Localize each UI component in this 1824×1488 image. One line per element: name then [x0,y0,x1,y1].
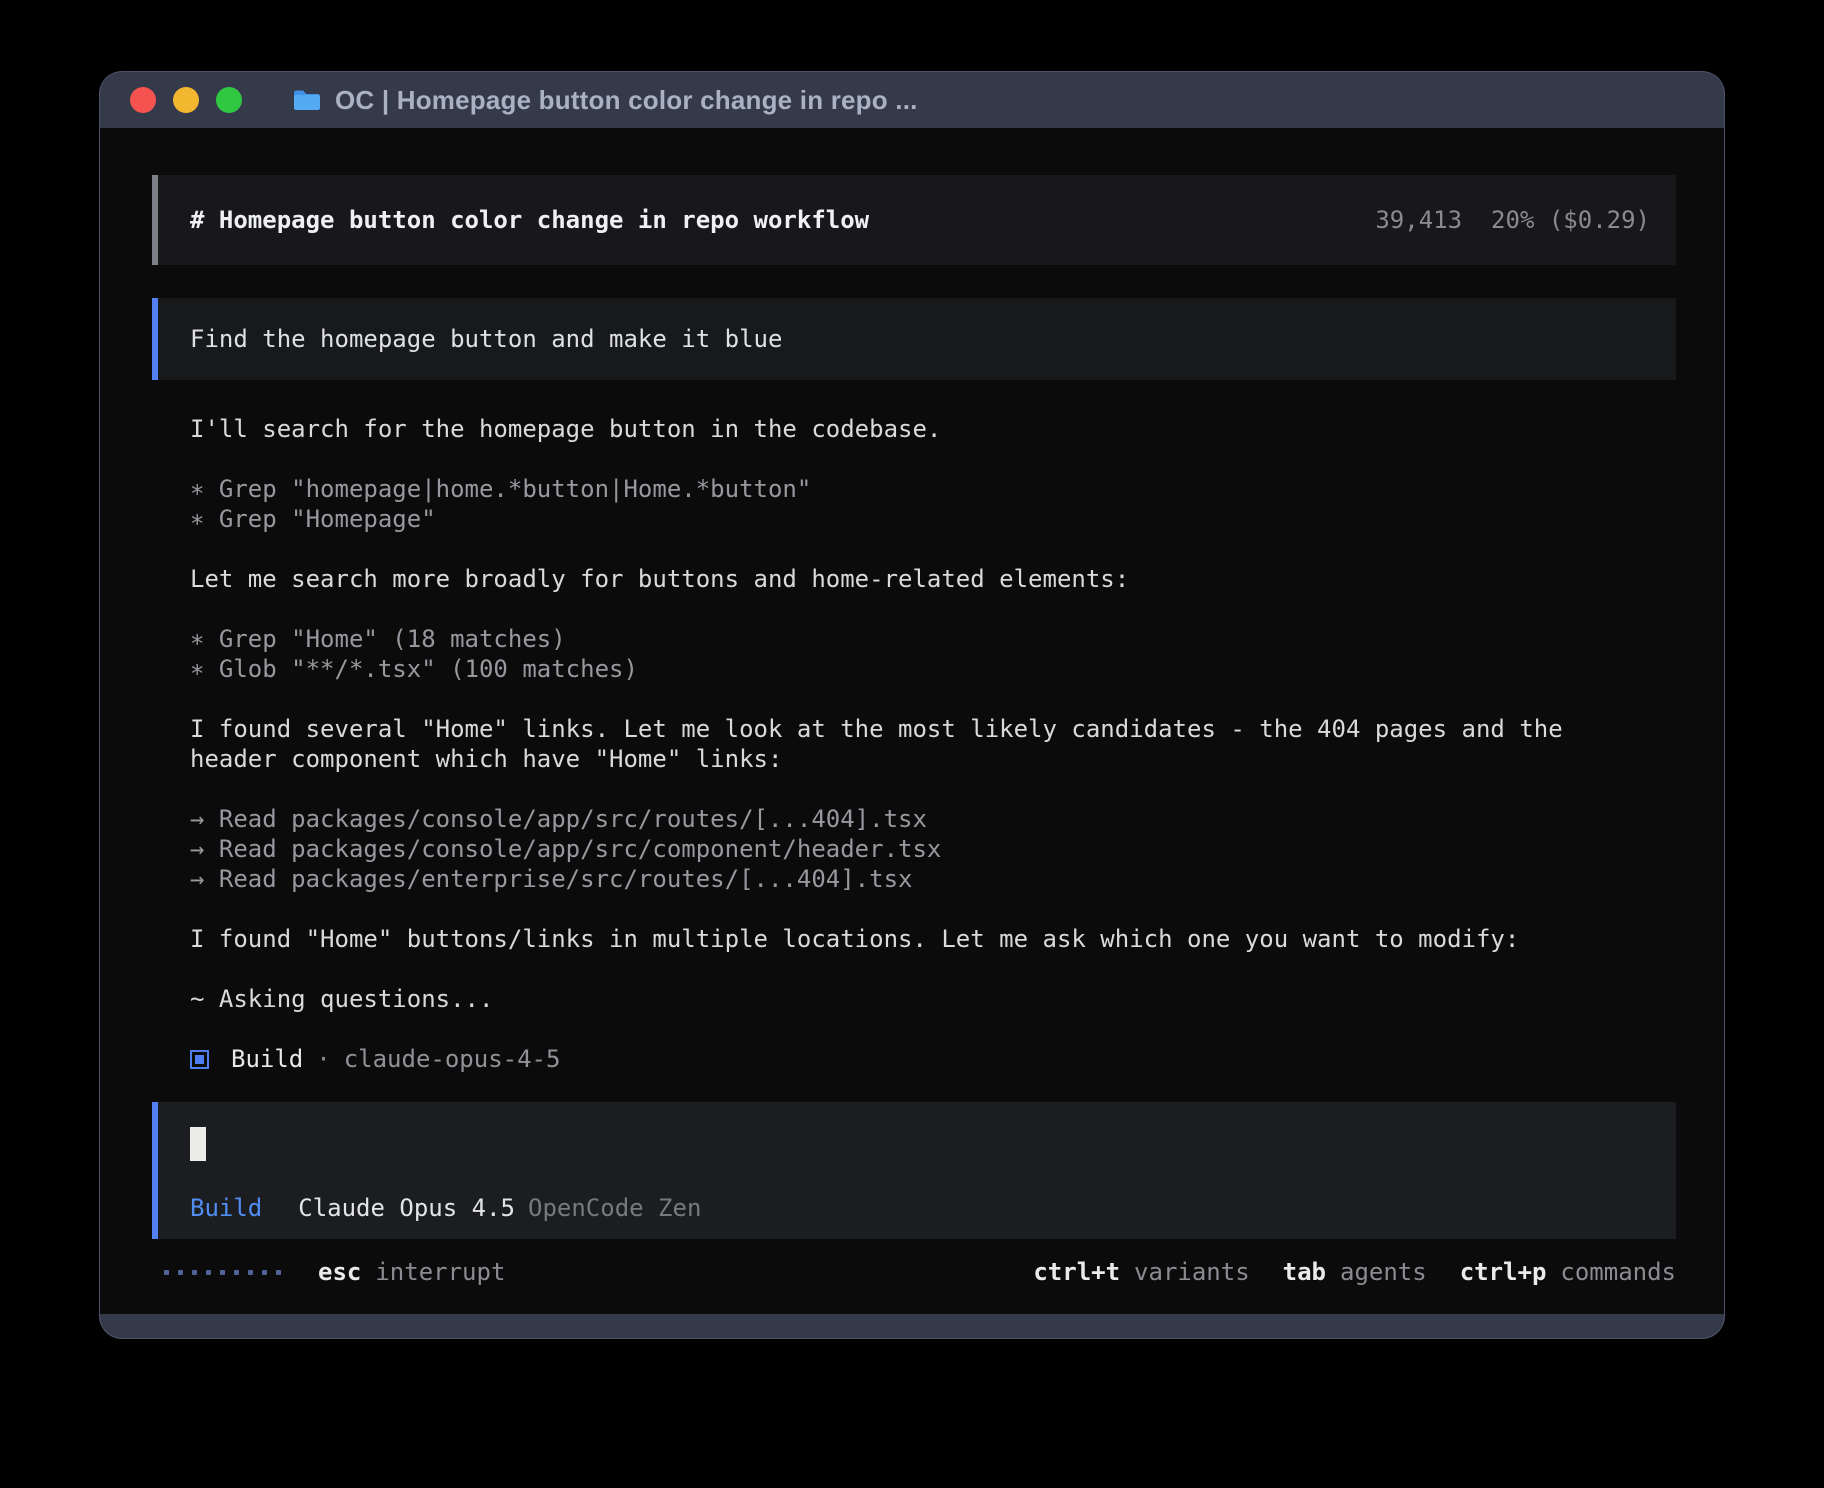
hint-commands: ctrl+p commands [1460,1257,1676,1287]
title-bar[interactable]: OC | Homepage button color change in rep… [100,72,1724,128]
spinner-dots [164,1270,281,1275]
tool-call-grep: ∗ Grep "homepage|home.*button|Home.*butt… [190,474,1676,504]
hint-variants: ctrl+t variants [1033,1257,1249,1287]
context-cost: 20% ($0.29) [1491,205,1650,235]
traffic-lights [130,87,242,113]
status-footer: esc interrupt ctrl+t variants tab agents… [152,1257,1676,1287]
window-title-group: OC | Homepage button color change in rep… [292,85,918,116]
folder-icon [292,88,322,112]
hint-key: ctrl+p [1460,1257,1547,1287]
footer-left: esc interrupt [164,1257,505,1287]
spacer [190,684,1676,714]
terminal-content: # Homepage button color change in repo w… [100,128,1724,1314]
assistant-text-line: Let me search more broadly for buttons a… [190,564,1676,594]
close-button[interactable] [130,87,156,113]
spacer [190,954,1676,984]
spacer [190,594,1676,624]
assistant-text-line: header component which have "Home" links… [190,744,1676,774]
terminal-window: OC | Homepage button color change in rep… [100,72,1724,1338]
footer-right: ctrl+t variants tab agents ctrl+p comman… [1033,1257,1676,1287]
assistant-text-line: I'll search for the homepage button in t… [190,414,1676,444]
agent-name: Build [231,1044,303,1074]
tool-call-read: → Read packages/enterprise/src/routes/[.… [190,864,1676,894]
spacer [190,1014,1676,1044]
window-title: OC | Homepage button color change in rep… [335,85,918,116]
session-stats: 39,413 20% ($0.29) [1375,205,1650,235]
hint-label: interrupt [375,1257,505,1287]
zoom-button[interactable] [216,87,242,113]
hint-key: ctrl+t [1033,1257,1120,1287]
assistant-text-line: I found "Home" buttons/links in multiple… [190,924,1676,954]
status-line: ~ Asking questions... [190,984,1676,1014]
window-bottom-chrome [100,1314,1724,1338]
hint-interrupt: esc interrupt [318,1257,505,1287]
model-label: Claude Opus 4.5 [298,1193,515,1223]
badge-separator: · [316,1044,330,1074]
provider-label: OpenCode Zen [528,1193,701,1223]
agent-square-icon [190,1050,209,1069]
hint-key: esc [318,1257,361,1287]
hint-label: commands [1560,1257,1676,1287]
hint-label: variants [1134,1257,1250,1287]
text-cursor [190,1127,206,1161]
token-count: 39,413 [1375,205,1462,235]
tool-call-read: → Read packages/console/app/src/componen… [190,834,1676,864]
hint-key: tab [1283,1257,1326,1287]
agent-badge: Build · claude-opus-4-5 [190,1044,1676,1074]
spacer [190,774,1676,804]
user-message-text: Find the homepage button and make it blu… [190,324,782,354]
prompt-input[interactable]: Build Claude Opus 4.5 OpenCode Zen [152,1102,1676,1239]
tool-call-glob: ∗ Glob "**/*.tsx" (100 matches) [190,654,1676,684]
hint-label: agents [1340,1257,1427,1287]
spacer [190,534,1676,564]
assistant-text-line: I found several "Home" links. Let me loo… [190,714,1676,744]
spacer [190,894,1676,924]
agent-model-name: claude-opus-4-5 [344,1044,561,1074]
assistant-transcript: I'll search for the homepage button in t… [190,414,1676,1074]
tool-call-read: → Read packages/console/app/src/routes/[… [190,804,1676,834]
mode-label: Build [190,1193,262,1223]
hint-agents: tab agents [1283,1257,1427,1287]
session-header: # Homepage button color change in repo w… [152,175,1676,265]
tool-call-grep: ∗ Grep "Homepage" [190,504,1676,534]
minimize-button[interactable] [173,87,199,113]
session-title: # Homepage button color change in repo w… [190,205,869,235]
spacer [190,444,1676,474]
input-meta: Build Claude Opus 4.5 OpenCode Zen [190,1193,1676,1223]
tool-call-grep: ∗ Grep "Home" (18 matches) [190,624,1676,654]
user-message: Find the homepage button and make it blu… [152,298,1676,380]
